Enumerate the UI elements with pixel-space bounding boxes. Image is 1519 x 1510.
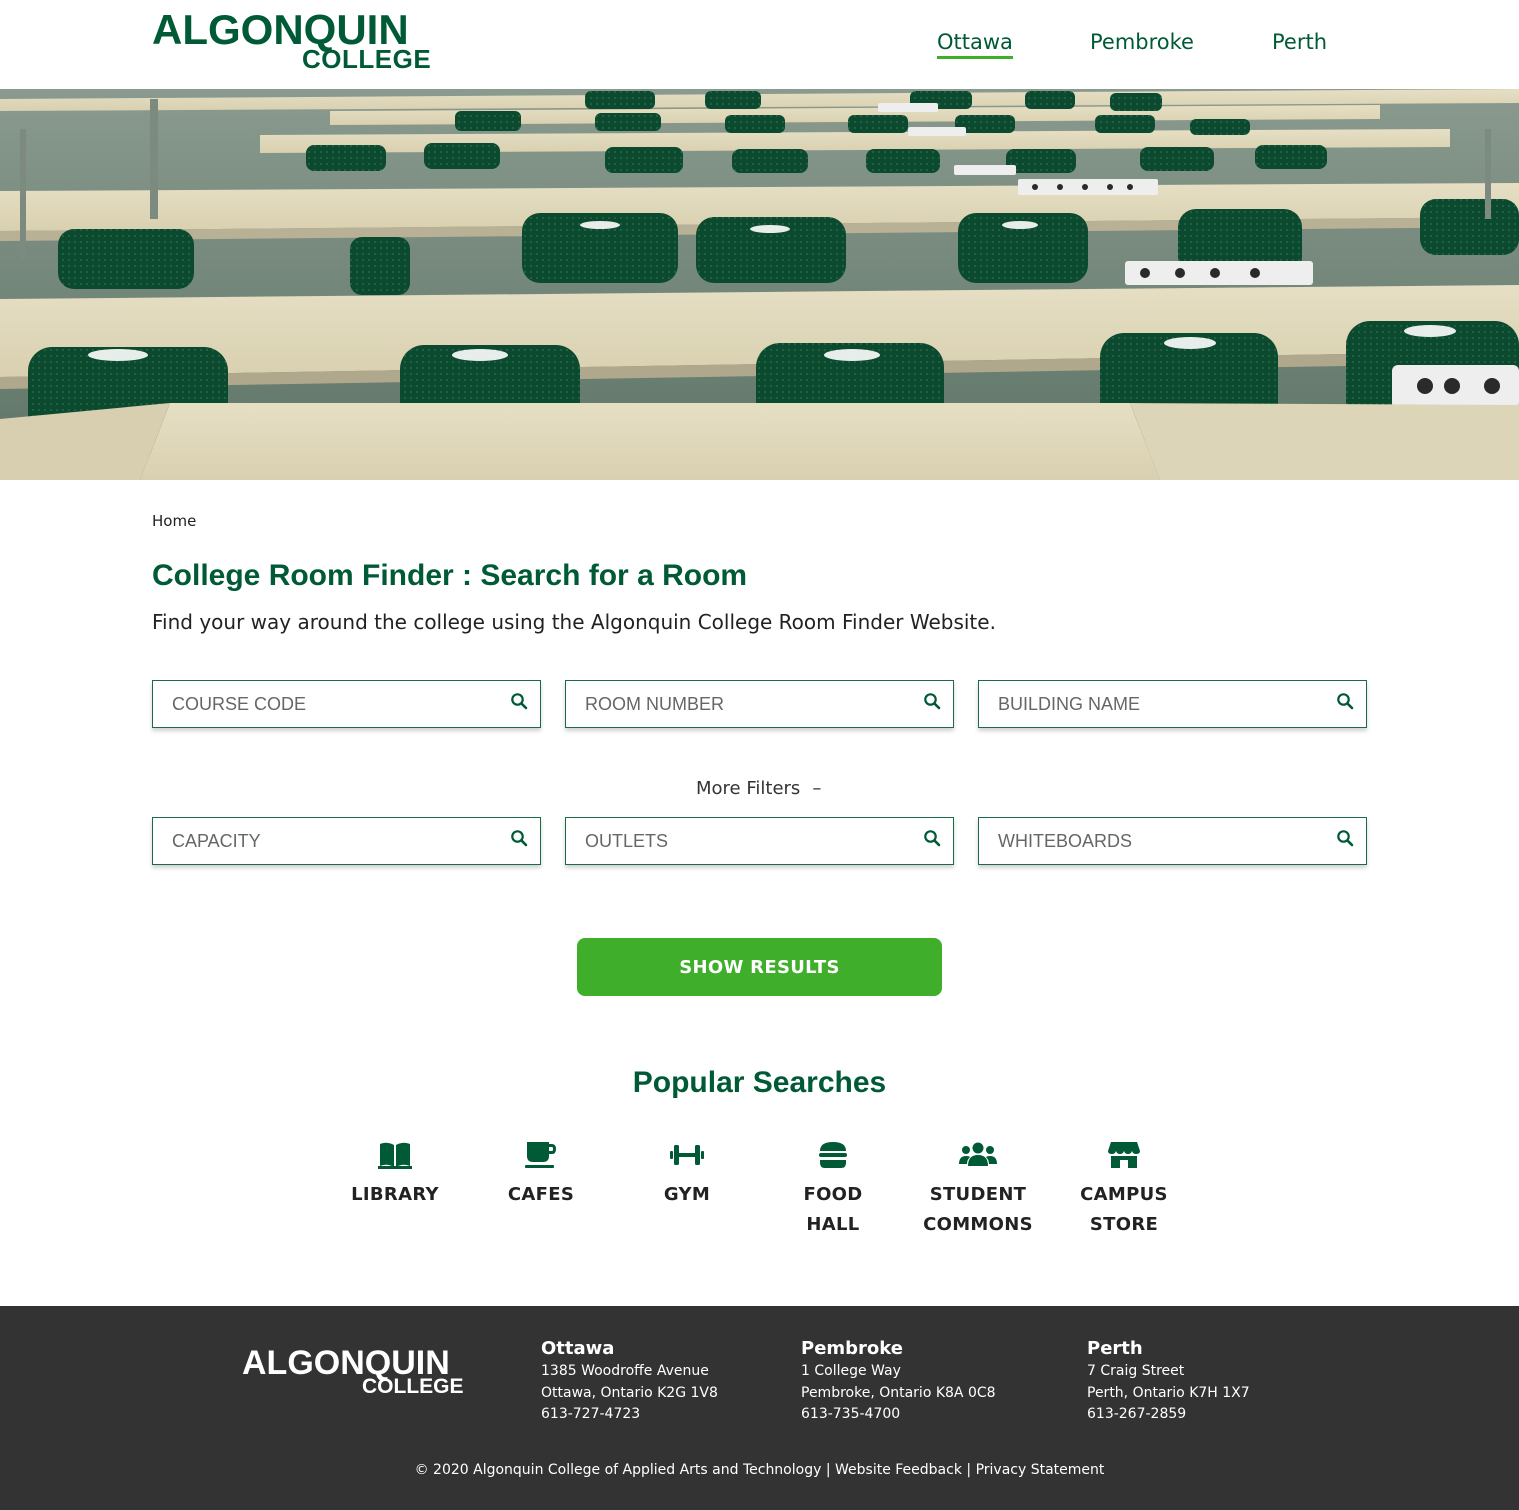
footer-campus-pembroke: Pembroke 1 College Way Pembroke, Ontario… — [801, 1337, 996, 1426]
show-results-button[interactable]: SHOW RESULTS — [577, 938, 942, 996]
popular-item-cafes[interactable]: CAFES — [471, 1140, 611, 1210]
campus-address-line2: Pembroke, Ontario K8A 0C8 — [801, 1384, 996, 1401]
campus-name: Perth — [1087, 1338, 1143, 1359]
campus-address-line2: Perth, Ontario K7H 1X7 — [1087, 1384, 1250, 1401]
search-icon[interactable] — [1336, 692, 1354, 710]
course-code-input[interactable] — [153, 681, 473, 727]
campus-phone[interactable]: 613-735-4700 — [801, 1404, 996, 1426]
logo-college: COLLEGE — [302, 44, 432, 74]
dumbbell-icon — [670, 1145, 704, 1165]
popular-item-food-hall[interactable]: FOOD HALL — [763, 1140, 903, 1240]
popular-item-label: GYM — [663, 1184, 711, 1205]
footer-campus-perth: Perth 7 Craig Street Perth, Ontario K7H … — [1087, 1337, 1250, 1426]
campus-address-line1: 7 Craig Street — [1087, 1363, 1185, 1379]
building-name-field[interactable] — [978, 680, 1367, 728]
search-icon[interactable] — [923, 829, 941, 847]
outlets-field[interactable] — [565, 817, 954, 865]
nav-pembroke[interactable]: Pembroke — [1090, 28, 1194, 56]
popular-item-library[interactable]: LIBRARY — [325, 1140, 465, 1210]
popular-item-student-commons[interactable]: STUDENT COMMONS — [908, 1140, 1048, 1240]
site-header: ALGONQUIN COLLEGE Ottawa Pembroke Perth — [0, 0, 1519, 89]
footer-campus-ottawa: Ottawa 1385 Woodroffe Avenue Ottawa, Ont… — [541, 1337, 718, 1426]
popular-item-label: LIBRARY — [351, 1184, 439, 1205]
campus-address-line1: 1 College Way — [801, 1363, 901, 1379]
popular-item-label: FOOD — [803, 1184, 863, 1205]
nav-ottawa[interactable]: Ottawa — [937, 28, 1013, 59]
separator: | — [966, 1462, 972, 1478]
capacity-input[interactable] — [153, 818, 473, 864]
page-title: College Room Finder : Search for a Room — [152, 559, 748, 592]
store-icon — [1108, 1142, 1140, 1168]
room-number-input[interactable] — [566, 681, 886, 727]
page-subtitle: Find your way around the college using t… — [152, 610, 996, 634]
hero-classroom-image — [0, 89, 1519, 480]
campus-phone[interactable]: 613-267-2859 — [1087, 1404, 1250, 1426]
building-name-input[interactable] — [979, 681, 1299, 727]
footer-logo-college: COLLEGE — [362, 1375, 464, 1398]
site-footer — [0, 1306, 1519, 1510]
privacy-statement-link[interactable]: Privacy Statement — [976, 1462, 1105, 1478]
search-icon[interactable] — [510, 829, 528, 847]
room-number-field[interactable] — [565, 680, 954, 728]
algonquin-logo[interactable]: ALGONQUIN COLLEGE — [152, 9, 436, 74]
book-icon — [378, 1142, 412, 1169]
search-icon[interactable] — [1336, 829, 1354, 847]
copyright-bar: © 2020 Algonquin College of Applied Arts… — [0, 1462, 1519, 1478]
popular-item-label: CAFES — [507, 1184, 575, 1205]
campus-name: Pembroke — [801, 1338, 903, 1359]
hamburger-icon — [819, 1142, 847, 1168]
breadcrumb[interactable]: Home — [152, 512, 196, 530]
copyright-text: 2020 Algonquin College of Applied Arts a… — [433, 1462, 822, 1478]
search-icon[interactable] — [923, 692, 941, 710]
campus-phone[interactable]: 613-727-4723 — [541, 1404, 718, 1426]
course-code-field[interactable] — [152, 680, 541, 728]
collapse-icon: – — [812, 778, 822, 799]
popular-item-campus-store[interactable]: CAMPUS STORE — [1054, 1140, 1194, 1240]
popular-searches-title: Popular Searches — [632, 1066, 887, 1099]
outlets-input[interactable] — [566, 818, 886, 864]
popular-item-gym[interactable]: GYM — [617, 1140, 757, 1210]
separator: | — [825, 1462, 831, 1478]
whiteboards-field[interactable] — [978, 817, 1367, 865]
more-filters-toggle[interactable]: More Filters – — [696, 778, 821, 799]
copyright-icon: © — [414, 1462, 429, 1478]
popular-item-label: STUDENT — [929, 1184, 1027, 1205]
search-icon[interactable] — [510, 692, 528, 710]
more-filters-label: More Filters — [696, 778, 801, 799]
nav-perth[interactable]: Perth — [1272, 28, 1327, 56]
whiteboards-input[interactable] — [979, 818, 1299, 864]
footer-logo[interactable]: ALGONQUIN COLLEGE — [242, 1346, 470, 1400]
campus-name: Ottawa — [541, 1338, 615, 1359]
campus-address-line1: 1385 Woodroffe Avenue — [541, 1363, 709, 1379]
popular-item-label-line2: STORE — [1089, 1214, 1159, 1235]
popular-item-label-line2: COMMONS — [923, 1214, 1033, 1235]
popular-item-label-line2: HALL — [806, 1214, 860, 1235]
capacity-field[interactable] — [152, 817, 541, 865]
website-feedback-link[interactable]: Website Feedback — [835, 1462, 962, 1478]
users-icon — [959, 1142, 997, 1166]
campus-address-line2: Ottawa, Ontario K2G 1V8 — [541, 1384, 718, 1401]
popular-item-label: CAMPUS — [1080, 1184, 1168, 1205]
coffee-icon — [525, 1142, 556, 1168]
